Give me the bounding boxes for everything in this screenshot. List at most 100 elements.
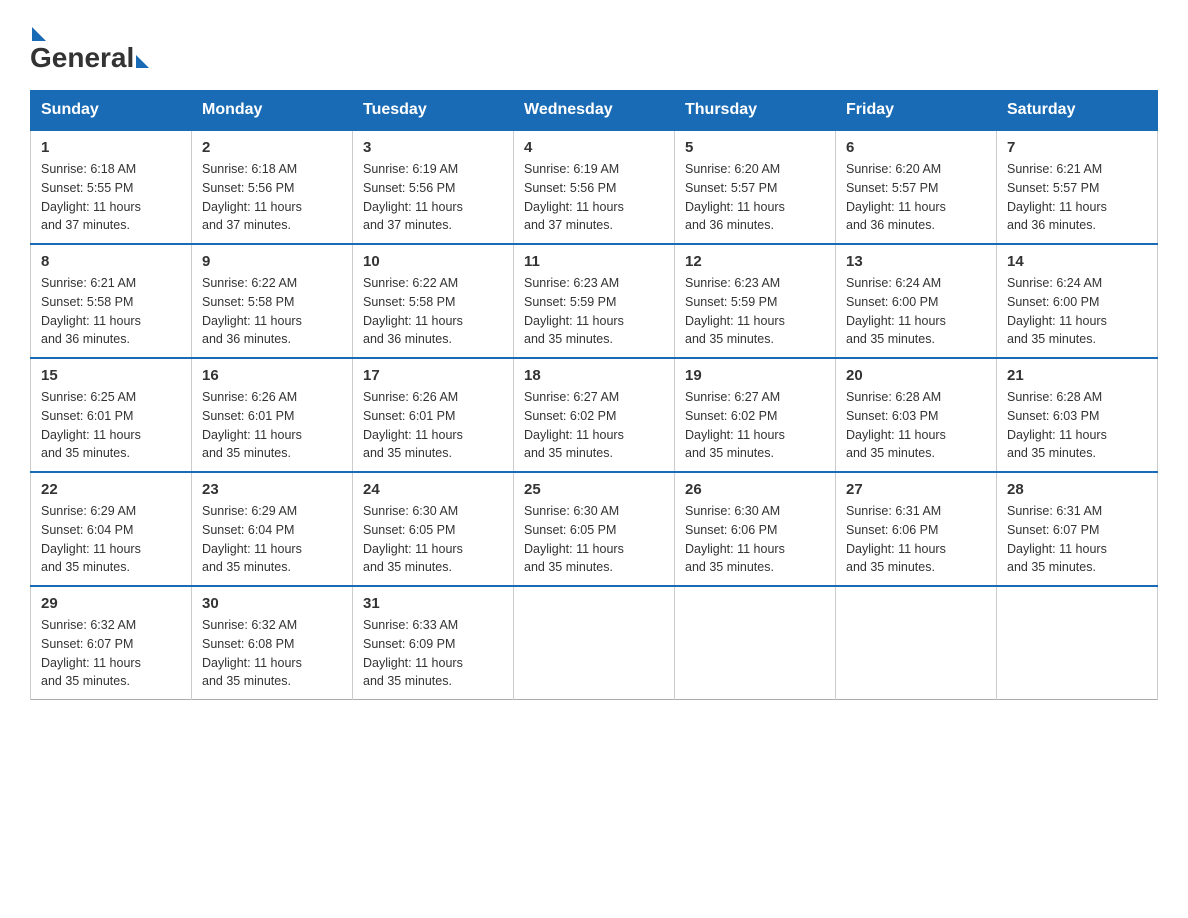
- calendar-cell: [836, 586, 997, 700]
- calendar-cell: 13 Sunrise: 6:24 AMSunset: 6:00 PMDayligh…: [836, 244, 997, 358]
- calendar-cell: 7 Sunrise: 6:21 AMSunset: 5:57 PMDaylight…: [997, 130, 1158, 244]
- day-number: 15: [41, 367, 181, 384]
- day-number: 22: [41, 481, 181, 498]
- logo: General: [30, 20, 149, 70]
- day-number: 2: [202, 139, 342, 156]
- logo-arrow-icon: [136, 55, 149, 68]
- day-number: 20: [846, 367, 986, 384]
- day-info: Sunrise: 6:26 AMSunset: 6:01 PMDaylight:…: [202, 388, 342, 463]
- calendar-cell: 24 Sunrise: 6:30 AMSunset: 6:05 PMDayligh…: [353, 472, 514, 586]
- day-info: Sunrise: 6:28 AMSunset: 6:03 PMDaylight:…: [846, 388, 986, 463]
- calendar-cell: 27 Sunrise: 6:31 AMSunset: 6:06 PMDayligh…: [836, 472, 997, 586]
- calendar-cell: 21 Sunrise: 6:28 AMSunset: 6:03 PMDayligh…: [997, 358, 1158, 472]
- day-number: 4: [524, 139, 664, 156]
- day-info: Sunrise: 6:25 AMSunset: 6:01 PMDaylight:…: [41, 388, 181, 463]
- calendar-cell: 4 Sunrise: 6:19 AMSunset: 5:56 PMDaylight…: [514, 130, 675, 244]
- calendar-table: SundayMondayTuesdayWednesdayThursdayFrid…: [30, 90, 1158, 700]
- calendar-cell: 2 Sunrise: 6:18 AMSunset: 5:56 PMDaylight…: [192, 130, 353, 244]
- day-number: 26: [685, 481, 825, 498]
- calendar-cell: 11Sunrise: 6:23 AMSunset: 5:59 PMDayligh…: [514, 244, 675, 358]
- calendar-cell: 15 Sunrise: 6:25 AMSunset: 6:01 PMDayligh…: [31, 358, 192, 472]
- calendar-cell: 19 Sunrise: 6:27 AMSunset: 6:02 PMDayligh…: [675, 358, 836, 472]
- day-info: Sunrise: 6:33 AMSunset: 6:09 PMDaylight:…: [363, 616, 503, 691]
- calendar-cell: 9 Sunrise: 6:22 AMSunset: 5:58 PMDaylight…: [192, 244, 353, 358]
- day-info: Sunrise: 6:31 AMSunset: 6:06 PMDaylight:…: [846, 502, 986, 577]
- day-number: 25: [524, 481, 664, 498]
- day-number: 7: [1007, 139, 1147, 156]
- day-number: 6: [846, 139, 986, 156]
- day-info: Sunrise: 6:29 AMSunset: 6:04 PMDaylight:…: [202, 502, 342, 577]
- day-number: 3: [363, 139, 503, 156]
- day-number: 19: [685, 367, 825, 384]
- day-info: Sunrise: 6:21 AMSunset: 5:57 PMDaylight:…: [1007, 160, 1147, 235]
- day-info: Sunrise: 6:18 AMSunset: 5:56 PMDaylight:…: [202, 160, 342, 235]
- day-number: 28: [1007, 481, 1147, 498]
- day-number: 10: [363, 253, 503, 270]
- calendar-cell: [675, 586, 836, 700]
- day-info: Sunrise: 6:20 AMSunset: 5:57 PMDaylight:…: [685, 160, 825, 235]
- weekday-header-sunday: Sunday: [31, 91, 192, 131]
- weekday-header-friday: Friday: [836, 91, 997, 131]
- day-info: Sunrise: 6:19 AMSunset: 5:56 PMDaylight:…: [363, 160, 503, 235]
- calendar-cell: [997, 586, 1158, 700]
- day-info: Sunrise: 6:24 AMSunset: 6:00 PMDaylight:…: [846, 274, 986, 349]
- calendar-cell: 23 Sunrise: 6:29 AMSunset: 6:04 PMDayligh…: [192, 472, 353, 586]
- calendar-week-row: 29Sunrise: 6:32 AMSunset: 6:07 PMDayligh…: [31, 586, 1158, 700]
- day-number: 23: [202, 481, 342, 498]
- day-number: 9: [202, 253, 342, 270]
- calendar-week-row: 8Sunrise: 6:21 AMSunset: 5:58 PMDaylight…: [31, 244, 1158, 358]
- day-number: 13: [846, 253, 986, 270]
- calendar-cell: 22 Sunrise: 6:29 AMSunset: 6:04 PMDayligh…: [31, 472, 192, 586]
- day-number: 14: [1007, 253, 1147, 270]
- weekday-header-wednesday: Wednesday: [514, 91, 675, 131]
- day-info: Sunrise: 6:20 AMSunset: 5:57 PMDaylight:…: [846, 160, 986, 235]
- calendar-cell: 28 Sunrise: 6:31 AMSunset: 6:07 PMDayligh…: [997, 472, 1158, 586]
- day-info: Sunrise: 6:30 AMSunset: 6:05 PMDaylight:…: [524, 502, 664, 577]
- day-info: Sunrise: 6:27 AMSunset: 6:02 PMDaylight:…: [685, 388, 825, 463]
- calendar-cell: 8Sunrise: 6:21 AMSunset: 5:58 PMDaylight…: [31, 244, 192, 358]
- calendar-week-row: 1Sunrise: 6:18 AMSunset: 5:55 PMDaylight…: [31, 130, 1158, 244]
- day-info: Sunrise: 6:22 AMSunset: 5:58 PMDaylight:…: [202, 274, 342, 349]
- calendar-cell: [514, 586, 675, 700]
- day-info: Sunrise: 6:19 AMSunset: 5:56 PMDaylight:…: [524, 160, 664, 235]
- day-info: Sunrise: 6:21 AMSunset: 5:58 PMDaylight:…: [41, 274, 181, 349]
- weekday-header-monday: Monday: [192, 91, 353, 131]
- day-info: Sunrise: 6:23 AMSunset: 5:59 PMDaylight:…: [685, 274, 825, 349]
- page-header: General: [30, 20, 1158, 70]
- day-number: 1: [41, 139, 181, 156]
- day-number: 27: [846, 481, 986, 498]
- day-number: 31: [363, 595, 503, 612]
- weekday-header-row: SundayMondayTuesdayWednesdayThursdayFrid…: [31, 91, 1158, 131]
- calendar-cell: 25 Sunrise: 6:30 AMSunset: 6:05 PMDayligh…: [514, 472, 675, 586]
- calendar-cell: 20 Sunrise: 6:28 AMSunset: 6:03 PMDayligh…: [836, 358, 997, 472]
- logo-triangle-icon: [32, 27, 46, 41]
- weekday-header-saturday: Saturday: [997, 91, 1158, 131]
- calendar-cell: 5 Sunrise: 6:20 AMSunset: 5:57 PMDaylight…: [675, 130, 836, 244]
- day-info: Sunrise: 6:29 AMSunset: 6:04 PMDaylight:…: [41, 502, 181, 577]
- day-info: Sunrise: 6:27 AMSunset: 6:02 PMDaylight:…: [524, 388, 664, 463]
- day-info: Sunrise: 6:26 AMSunset: 6:01 PMDaylight:…: [363, 388, 503, 463]
- calendar-cell: 14 Sunrise: 6:24 AMSunset: 6:00 PMDayligh…: [997, 244, 1158, 358]
- calendar-cell: 31 Sunrise: 6:33 AMSunset: 6:09 PMDayligh…: [353, 586, 514, 700]
- day-info: Sunrise: 6:31 AMSunset: 6:07 PMDaylight:…: [1007, 502, 1147, 577]
- day-info: Sunrise: 6:30 AMSunset: 6:06 PMDaylight:…: [685, 502, 825, 577]
- calendar-week-row: 22 Sunrise: 6:29 AMSunset: 6:04 PMDayligh…: [31, 472, 1158, 586]
- calendar-cell: 26 Sunrise: 6:30 AMSunset: 6:06 PMDayligh…: [675, 472, 836, 586]
- weekday-header-thursday: Thursday: [675, 91, 836, 131]
- day-number: 12: [685, 253, 825, 270]
- day-number: 30: [202, 595, 342, 612]
- day-number: 5: [685, 139, 825, 156]
- calendar-cell: 17Sunrise: 6:26 AMSunset: 6:01 PMDayligh…: [353, 358, 514, 472]
- calendar-cell: 3 Sunrise: 6:19 AMSunset: 5:56 PMDaylight…: [353, 130, 514, 244]
- day-number: 24: [363, 481, 503, 498]
- logo-general2: General: [30, 42, 134, 74]
- day-info: Sunrise: 6:32 AMSunset: 6:07 PMDaylight:…: [41, 616, 181, 691]
- day-number: 18: [524, 367, 664, 384]
- calendar-cell: 6 Sunrise: 6:20 AMSunset: 5:57 PMDaylight…: [836, 130, 997, 244]
- day-number: 21: [1007, 367, 1147, 384]
- day-info: Sunrise: 6:28 AMSunset: 6:03 PMDaylight:…: [1007, 388, 1147, 463]
- day-info: Sunrise: 6:22 AMSunset: 5:58 PMDaylight:…: [363, 274, 503, 349]
- day-info: Sunrise: 6:24 AMSunset: 6:00 PMDaylight:…: [1007, 274, 1147, 349]
- day-info: Sunrise: 6:30 AMSunset: 6:05 PMDaylight:…: [363, 502, 503, 577]
- day-info: Sunrise: 6:32 AMSunset: 6:08 PMDaylight:…: [202, 616, 342, 691]
